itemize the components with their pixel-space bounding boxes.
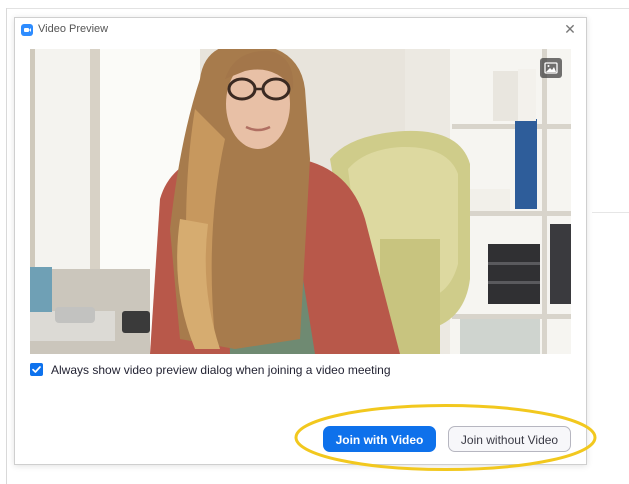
- virtual-background-button[interactable]: [540, 58, 562, 78]
- background-divider: [592, 212, 629, 213]
- always-show-preview-checkbox[interactable]: [30, 363, 43, 376]
- close-icon[interactable]: ✕: [562, 21, 578, 37]
- video-preview-dialog: Video Preview ✕ Always show video previe…: [14, 17, 587, 465]
- always-show-preview-label[interactable]: Always show video preview dialog when jo…: [51, 363, 391, 377]
- join-with-video-button[interactable]: Join with Video: [323, 426, 436, 452]
- camera-feed-image: [30, 49, 571, 354]
- background-window-edge: [6, 8, 629, 9]
- dialog-title: Video Preview: [38, 23, 109, 35]
- camera-app-icon: [21, 24, 33, 36]
- title-bar: Video Preview ✕: [15, 18, 586, 42]
- join-without-video-button[interactable]: Join without Video: [448, 426, 571, 452]
- image-icon: [544, 62, 558, 74]
- video-preview: [30, 49, 571, 354]
- checkmark-icon: [32, 366, 41, 373]
- background-window-edge-left: [6, 8, 7, 484]
